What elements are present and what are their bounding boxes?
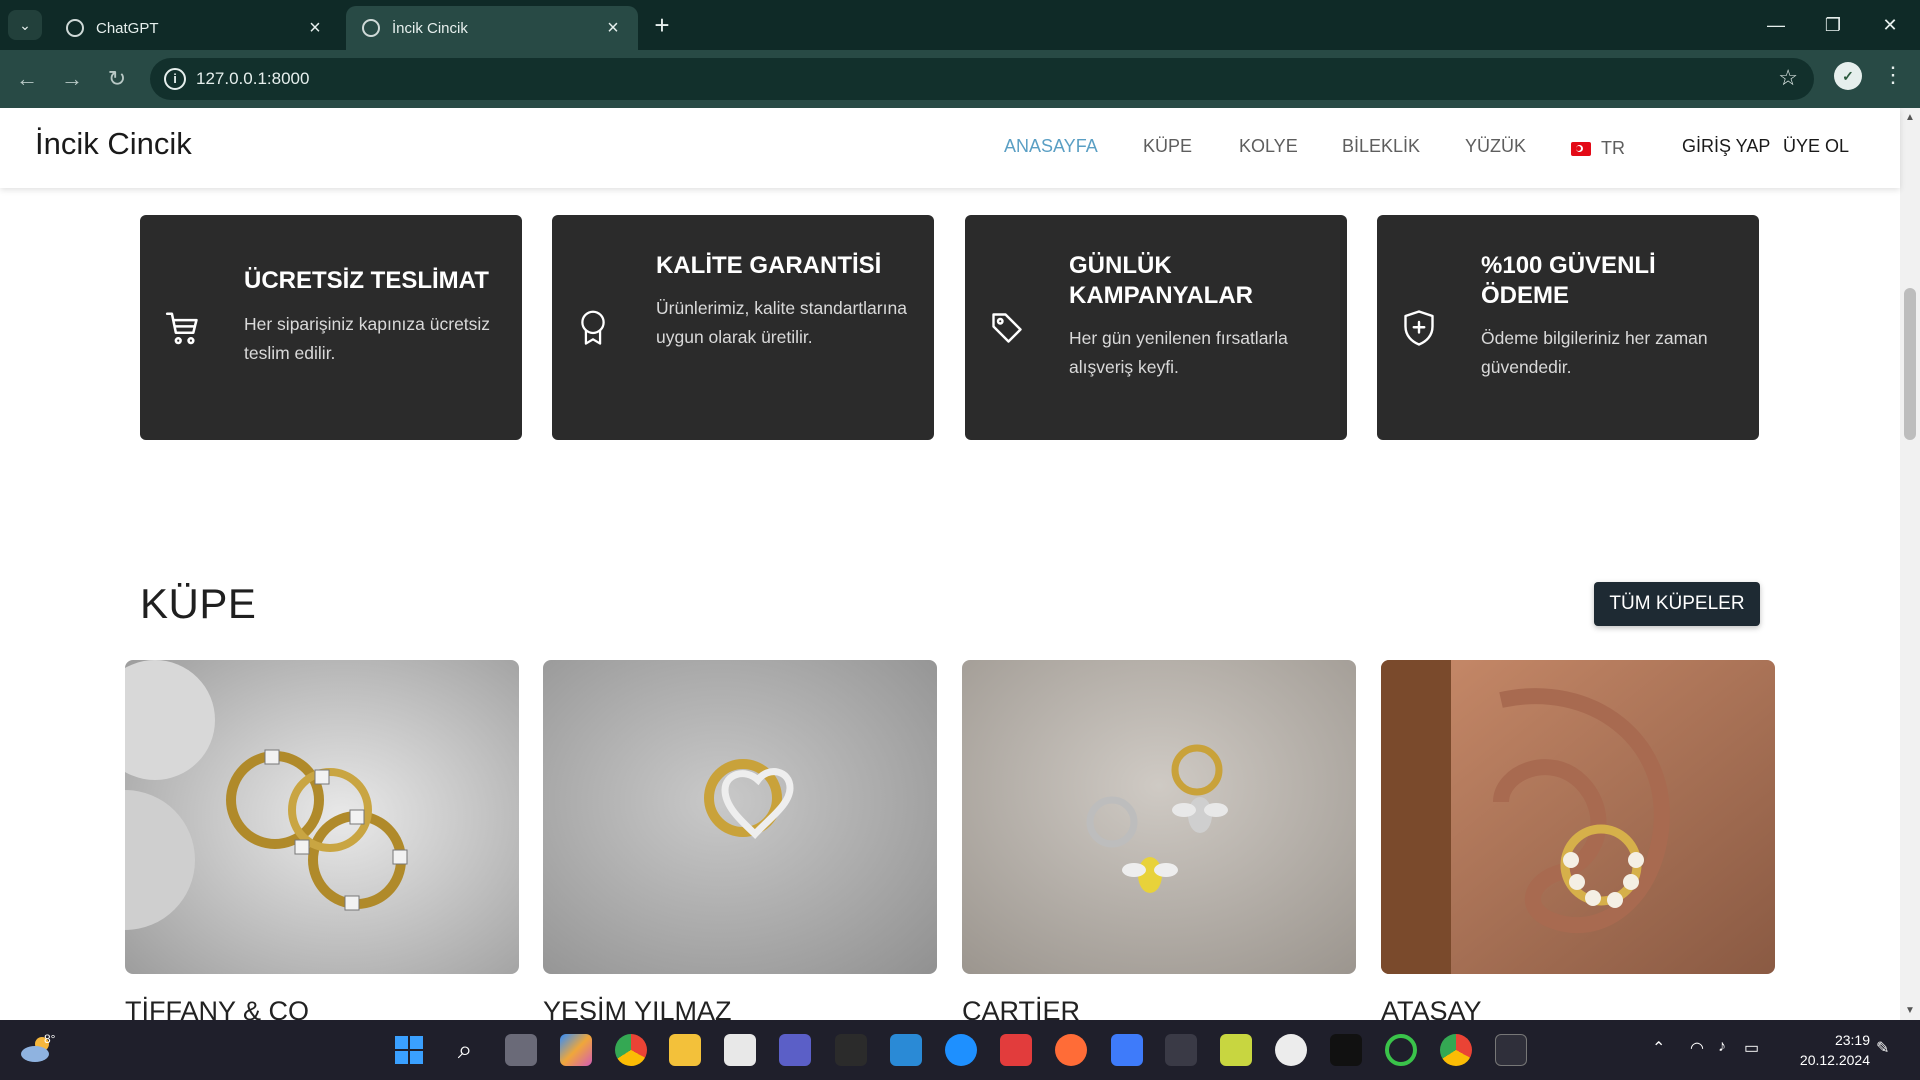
feature-card-payment: %100 GÜVENLİ ÖDEME Ödeme bilgileriniz he… — [1377, 215, 1759, 440]
award-icon — [576, 215, 610, 440]
language-selector[interactable]: TR — [1601, 138, 1625, 159]
browser-toolbar: ← → ↻ i 127.0.0.1:8000 ☆ ✓ ⋮ — [0, 50, 1920, 108]
nav-yuzuk[interactable]: YÜZÜK — [1465, 136, 1526, 157]
page-viewport: İncik Cincik ANASAYFA KÜPE KOLYE BİLEKLİ… — [0, 108, 1920, 1020]
scroll-up-icon[interactable]: ▲ — [1905, 112, 1915, 123]
task-view-icon[interactable] — [505, 1034, 537, 1066]
profile-avatar[interactable]: ✓ — [1834, 62, 1862, 90]
tray-chevron-icon[interactable]: ⌃ — [1652, 1038, 1665, 1058]
app-icon[interactable] — [1220, 1034, 1252, 1066]
search-icon[interactable]: ⌕ — [449, 1034, 481, 1066]
feature-text: Ödeme bilgileriniz her zaman güvendedir. — [1481, 328, 1708, 377]
product-name[interactable]: TİFFANY & CO — [125, 996, 309, 1020]
clock-date: 20.12.2024 — [1799, 1052, 1870, 1068]
page-scrollbar[interactable]: ▲ ▼ — [1900, 108, 1920, 1020]
product-name[interactable]: YEŞİM YILMAZ — [543, 996, 732, 1020]
teams-icon[interactable] — [779, 1034, 811, 1066]
weather-widget[interactable]: 8° — [20, 1032, 60, 1066]
feature-title: %100 GÜVENLİ ÖDEME — [1481, 252, 1656, 309]
windows-taskbar: 8° ⌕ ⌃ ◠ ♪ ▭ 23:19 20.12.2024 ✎ — [0, 1020, 1920, 1080]
product-image[interactable] — [543, 660, 937, 974]
feature-card-campaigns: GÜNLÜK KAMPANYALAR Her gün yenilenen fır… — [965, 215, 1347, 440]
git-client-icon[interactable] — [1000, 1034, 1032, 1066]
product-name[interactable]: ATASAY — [1381, 996, 1482, 1020]
browser-menu-icon[interactable]: ⋮ — [1882, 62, 1904, 88]
clock-time: 23:19 — [1834, 1032, 1870, 1048]
url-text: 127.0.0.1:8000 — [196, 69, 310, 88]
product-image[interactable] — [125, 660, 519, 974]
scroll-down-icon[interactable]: ▼ — [1905, 1005, 1915, 1016]
feature-text: Her siparişiniz kapınıza ücretsiz teslim… — [244, 314, 491, 363]
copilot-icon[interactable] — [560, 1034, 592, 1066]
vscode-icon[interactable] — [890, 1034, 922, 1066]
chatgpt-favicon-icon — [66, 19, 84, 37]
feature-title: KALİTE GARANTİSİ — [656, 252, 882, 279]
tab-title: İncik Cincik — [392, 19, 468, 37]
weather-temp: 8° — [44, 1032, 56, 1046]
tag-icon — [989, 215, 1025, 440]
chrome-icon[interactable] — [615, 1034, 647, 1066]
file-explorer-icon[interactable] — [669, 1034, 701, 1066]
feature-card-quality: KALİTE GARANTİSİ Ürünlerimiz, kalite sta… — [552, 215, 934, 440]
system-clock[interactable]: 23:19 20.12.2024 — [1790, 1030, 1870, 1070]
tab-search-button[interactable]: ⌄ — [8, 10, 42, 40]
tab-title: ChatGPT — [96, 19, 159, 37]
app-ring-icon[interactable] — [1385, 1034, 1417, 1066]
wifi-icon[interactable]: ◠ — [1690, 1038, 1704, 1058]
forward-icon[interactable]: → — [57, 64, 87, 94]
product-image[interactable] — [962, 660, 1356, 974]
section-title: KÜPE — [140, 580, 257, 627]
all-earrings-button[interactable]: TÜM KÜPELER — [1594, 582, 1760, 626]
volume-icon[interactable]: ♪ — [1718, 1038, 1726, 1056]
bookmark-star-icon[interactable]: ☆ — [1778, 65, 1798, 91]
address-bar[interactable]: i 127.0.0.1:8000 ☆ — [150, 58, 1814, 100]
feature-title: GÜNLÜK KAMPANYALAR — [1069, 252, 1254, 309]
nav-kupe[interactable]: KÜPE — [1143, 136, 1192, 157]
browser-tab-strip: ⌄ ChatGPT × İncik Cincik × + — ❐ ✕ — [0, 0, 1920, 50]
brand-logo[interactable]: İncik Cincik — [35, 126, 192, 162]
globe-favicon-icon — [362, 19, 380, 37]
product-name[interactable]: CARTİER — [962, 996, 1080, 1020]
github-desktop-icon[interactable] — [1275, 1034, 1307, 1066]
notifications-icon[interactable]: ✎ — [1876, 1038, 1889, 1058]
close-tab-icon[interactable]: × — [600, 15, 626, 41]
register-link[interactable]: ÜYE OL — [1783, 136, 1849, 157]
nav-anasayfa[interactable]: ANASAYFA — [1004, 136, 1098, 157]
shield-plus-icon — [1401, 215, 1437, 440]
unity-icon[interactable] — [1165, 1034, 1197, 1066]
epic-games-icon[interactable] — [1330, 1034, 1362, 1066]
close-tab-icon[interactable]: × — [302, 15, 328, 41]
cart-icon — [164, 215, 202, 440]
reload-icon[interactable]: ↻ — [102, 64, 132, 94]
remote-desktop-icon[interactable] — [1111, 1034, 1143, 1066]
battery-icon[interactable]: ▭ — [1744, 1038, 1759, 1058]
site-navbar: İncik Cincik ANASAYFA KÜPE KOLYE BİLEKLİ… — [0, 108, 1900, 188]
feature-title: ÜCRETSİZ TESLİMAT — [244, 267, 489, 294]
turkey-flag-icon — [1571, 142, 1591, 156]
site-info-icon[interactable]: i — [164, 68, 186, 90]
figma-icon[interactable] — [835, 1034, 867, 1066]
minimize-icon[interactable]: — — [1758, 10, 1794, 40]
microsoft-store-icon[interactable] — [724, 1034, 756, 1066]
nav-kolye[interactable]: KOLYE — [1239, 136, 1298, 157]
back-icon[interactable]: ← — [12, 64, 42, 94]
new-tab-button[interactable]: + — [648, 12, 676, 40]
tab-chatgpt[interactable]: ChatGPT × — [50, 6, 340, 50]
restore-icon[interactable]: ❐ — [1815, 10, 1851, 40]
scrollbar-thumb[interactable] — [1904, 288, 1916, 440]
postman-icon[interactable] — [1055, 1034, 1087, 1066]
chrome-active-icon[interactable] — [1440, 1034, 1472, 1066]
terminal-icon[interactable] — [1495, 1034, 1527, 1066]
tab-incik-cincik[interactable]: İncik Cincik × — [346, 6, 638, 50]
docker-icon[interactable] — [945, 1034, 977, 1066]
feature-text: Ürünlerimiz, kalite standartlarına uygun… — [656, 298, 907, 347]
feature-text: Her gün yenilenen fırsatlarla alışveriş … — [1069, 328, 1288, 377]
login-link[interactable]: GİRİŞ YAP — [1682, 136, 1770, 157]
close-window-icon[interactable]: ✕ — [1872, 10, 1908, 40]
product-image[interactable] — [1381, 660, 1775, 974]
start-icon[interactable] — [393, 1034, 425, 1066]
nav-bileklik[interactable]: BİLEKLİK — [1342, 136, 1420, 157]
feature-card-delivery: ÜCRETSİZ TESLİMAT Her siparişiniz kapını… — [140, 215, 522, 440]
